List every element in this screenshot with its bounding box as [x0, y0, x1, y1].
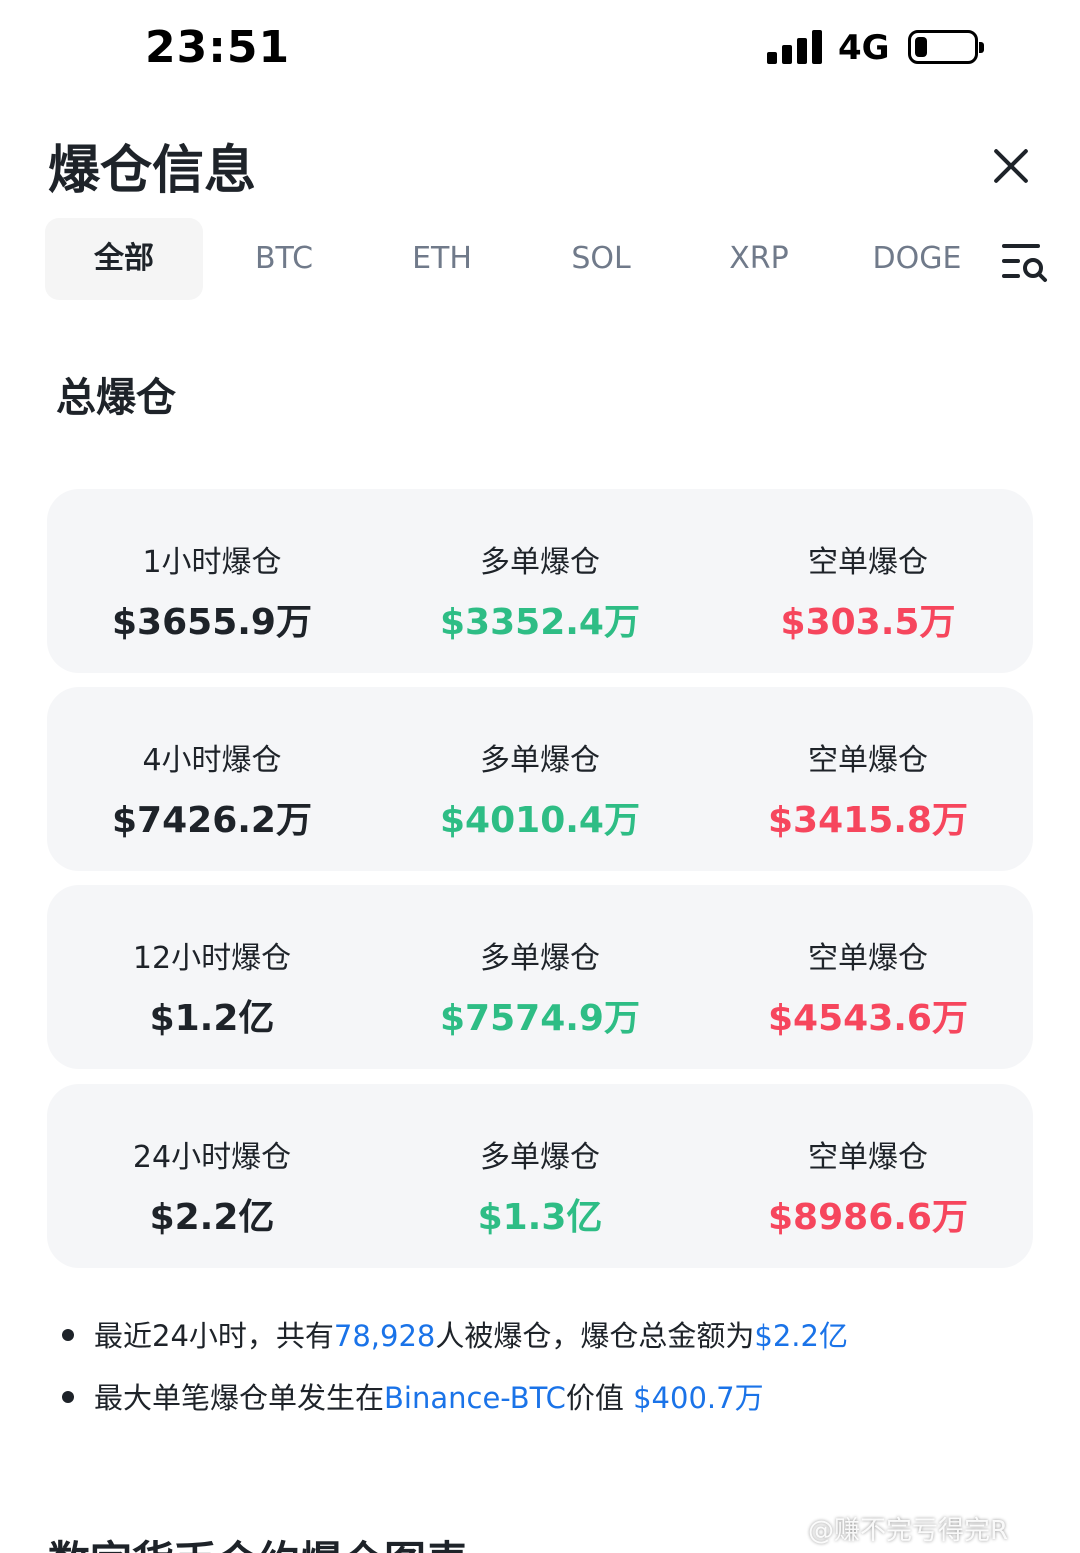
total-cell: 24小时爆仓 $2.2亿 — [47, 1084, 377, 1268]
tab-eth[interactable]: ETH — [363, 218, 521, 300]
long-cell: 多单爆仓 $3352.4万 — [375, 489, 705, 673]
short-cell: 空单爆仓 $4543.6万 — [703, 885, 1033, 1069]
tab-all[interactable]: 全部 — [45, 218, 203, 300]
battery-icon — [908, 30, 984, 64]
total-cell: 12小时爆仓 $1.2亿 — [47, 885, 377, 1069]
bullet-icon — [62, 1391, 74, 1403]
exchange-link[interactable]: Binance-BTC — [384, 1381, 566, 1415]
period-label: 12小时爆仓 — [132, 941, 292, 976]
tab-bar: 全部 BTC ETH SOL XRP DOGE — [45, 218, 995, 300]
period-label: 24小时爆仓 — [132, 1140, 292, 1175]
short-cell: 空单爆仓 $3415.8万 — [703, 687, 1033, 871]
total-cell: 1小时爆仓 $3655.9万 — [47, 489, 377, 673]
liquidation-card-4h: 4小时爆仓 $7426.2万 多单爆仓 $4010.4万 空单爆仓 $3415.… — [47, 687, 1033, 871]
total-value: $7426.2万 — [112, 800, 312, 841]
long-value: $4010.4万 — [440, 800, 640, 841]
long-value: $7574.9万 — [440, 998, 640, 1039]
long-value: $1.3亿 — [477, 1197, 603, 1238]
note-text: 最大单笔爆仓单发生在 — [94, 1381, 385, 1415]
total-value: $3655.9万 — [112, 602, 312, 643]
long-label: 多单爆仓 — [480, 941, 600, 976]
summary-note: 最近24小时，共有78,928人被爆仓，爆仓总金额为$2.2亿 — [62, 1313, 848, 1355]
short-label: 空单爆仓 — [808, 941, 928, 976]
total-value: $2.2亿 — [149, 1197, 275, 1238]
watermark: @赚不完亏得完R — [808, 1516, 1009, 1546]
largest-order-note: 最大单笔爆仓单发生在Binance-BTC价值 $400.7万 — [62, 1375, 764, 1417]
note-text: 价值 — [565, 1381, 634, 1415]
bullet-icon — [62, 1329, 74, 1341]
long-cell: 多单爆仓 $4010.4万 — [375, 687, 705, 871]
tab-xrp[interactable]: XRP — [680, 218, 838, 300]
long-cell: 多单爆仓 $1.3亿 — [375, 1084, 705, 1268]
page-title: 爆仓信息 — [48, 141, 257, 201]
period-label: 1小时爆仓 — [142, 545, 282, 580]
tab-btc[interactable]: BTC — [205, 218, 363, 300]
short-value: $3415.8万 — [768, 800, 968, 841]
short-value: $303.5万 — [780, 602, 956, 643]
tab-doge[interactable]: DOGE — [838, 218, 996, 300]
long-label: 多单爆仓 — [480, 545, 600, 580]
total-cell: 4小时爆仓 $7426.2万 — [47, 687, 377, 871]
period-label: 4小时爆仓 — [142, 743, 282, 778]
short-value: $4543.6万 — [768, 998, 968, 1039]
total-value: $1.2亿 — [149, 998, 275, 1039]
status-time: 23:51 — [145, 22, 291, 73]
note-text: 最近24小时，共有 — [94, 1319, 334, 1353]
chart-section-title: 数字货币合约爆仓图表 — [48, 1528, 468, 1553]
signal-icon — [767, 30, 823, 64]
filter-search-icon[interactable] — [1000, 240, 1048, 284]
short-cell: 空单爆仓 $303.5万 — [703, 489, 1033, 673]
liquidation-card-1h: 1小时爆仓 $3655.9万 多单爆仓 $3352.4万 空单爆仓 $303.5… — [47, 489, 1033, 673]
total-amount: $2.2亿 — [754, 1319, 848, 1353]
network-label: 4G — [838, 28, 890, 68]
short-label: 空单爆仓 — [808, 545, 928, 580]
short-label: 空单爆仓 — [808, 743, 928, 778]
screen: 23:51 4G 爆仓信息 全部 BTC ETH SOL XRP DOGE 总爆… — [0, 0, 1080, 1553]
long-label: 多单爆仓 — [480, 1140, 600, 1175]
long-value: $3352.4万 — [440, 602, 640, 643]
note-text: 人被爆仓，爆仓总金额为 — [435, 1319, 755, 1353]
liquidated-count: 78,928 — [333, 1319, 436, 1353]
long-label: 多单爆仓 — [480, 743, 600, 778]
short-value: $8986.6万 — [768, 1197, 968, 1238]
close-icon[interactable] — [990, 145, 1032, 187]
liquidation-card-24h: 24小时爆仓 $2.2亿 多单爆仓 $1.3亿 空单爆仓 $8986.6万 — [47, 1084, 1033, 1268]
section-title: 总爆仓 — [56, 375, 176, 421]
liquidation-card-12h: 12小时爆仓 $1.2亿 多单爆仓 $7574.9万 空单爆仓 $4543.6万 — [47, 885, 1033, 1069]
long-cell: 多单爆仓 $7574.9万 — [375, 885, 705, 1069]
short-label: 空单爆仓 — [808, 1140, 928, 1175]
largest-amount: $400.7万 — [633, 1381, 764, 1415]
short-cell: 空单爆仓 $8986.6万 — [703, 1084, 1033, 1268]
tab-sol[interactable]: SOL — [522, 218, 680, 300]
